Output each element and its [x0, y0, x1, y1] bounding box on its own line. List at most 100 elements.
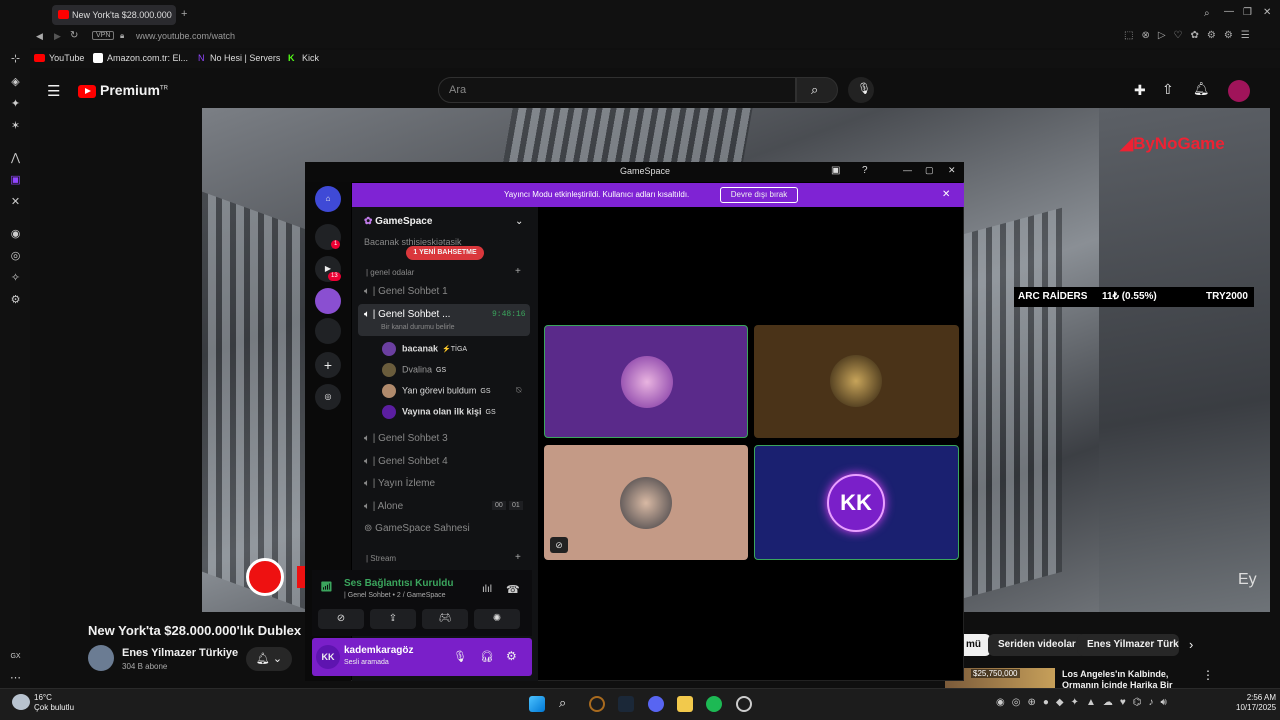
subscription-bell-button[interactable]: 🔔︎ ⌄ [246, 647, 292, 671]
camera-off-button[interactable]: ⊘ [318, 609, 364, 629]
url-field[interactable]: www.youtube.com/watch [136, 31, 235, 41]
video-tile-3[interactable]: ⊘ [544, 445, 748, 560]
minimize-icon[interactable]: — [1224, 6, 1234, 17]
sidebar-icon-5[interactable]: ⋀ [9, 152, 22, 165]
soundboard-button[interactable]: ✺ [474, 609, 520, 629]
account-avatar[interactable] [1228, 80, 1250, 102]
discord-icon[interactable] [648, 696, 664, 712]
channel-general-1[interactable]: 🔈︎ | Genel Sohbet 1 [364, 286, 448, 297]
window-maximize-icon[interactable]: ▢ [925, 165, 934, 176]
settings-icon[interactable]: ⚙ [9, 294, 22, 307]
channel-name[interactable]: Enes Yilmazer Türkiye [122, 647, 238, 659]
window-close-icon[interactable]: ✕ [948, 165, 956, 176]
reload-icon[interactable]: ↻ [70, 30, 78, 41]
sidebar-icon-7[interactable]: ✧ [9, 272, 22, 285]
sidebar-icon-4[interactable]: ✶ [9, 120, 22, 133]
video-tile-4[interactable]: KK [754, 445, 959, 560]
video-tile-2[interactable] [754, 325, 959, 438]
close-icon[interactable]: ✕ [1263, 7, 1271, 18]
start-icon[interactable] [529, 696, 545, 712]
create-icon[interactable]: ✚ [1134, 82, 1146, 99]
next-video-title[interactable]: Los Angeles'ın Kalbinde, Ormanın İçinde … [1062, 669, 1192, 689]
channel-status[interactable]: Bir kanal durumu belirle [381, 324, 455, 331]
channel-general-active[interactable]: 🔈︎ | Genel Sohbet ... [364, 309, 450, 320]
forward-icon[interactable]: ▶ [54, 31, 61, 42]
spotify-taskbar-icon[interactable] [706, 696, 722, 712]
restore-icon[interactable]: ❐ [1243, 7, 1252, 18]
sidebar-icon-2[interactable]: ◈ [9, 76, 22, 89]
server-home[interactable]: ⌂ [315, 186, 341, 212]
tab-youtube[interactable]: New York'ta $28.000.000 [52, 5, 176, 25]
file-explorer-icon[interactable] [677, 696, 693, 712]
video-tile-1[interactable] [544, 325, 748, 438]
chevron-right-icon[interactable]: › [1189, 637, 1193, 652]
vpn-badge[interactable]: VPN [92, 31, 115, 40]
channel-general-3[interactable]: 🔈︎ | Genel Sohbet 3 [364, 433, 448, 444]
noise-suppression-icon[interactable]: ılıl [482, 584, 492, 595]
server-3[interactable] [315, 318, 341, 344]
app-icon-1[interactable] [589, 696, 605, 712]
channel-general-4[interactable]: 🔈︎ | Genel Sohbet 4 [364, 456, 448, 467]
username[interactable]: kademkaragöz [344, 645, 413, 656]
window-minimize-icon[interactable]: — [903, 165, 912, 175]
channel-stream-watch[interactable]: 🔈︎ | Yayın İzleme [364, 478, 435, 489]
user-avatar[interactable]: KK [316, 645, 340, 669]
upload-icon[interactable]: ⇧ [1162, 81, 1174, 98]
toolbar-icons[interactable]: ⬚⊗▷♡✿⚙⚙☰ [1124, 30, 1258, 41]
headphones-icon[interactable]: 🎧︎ [480, 650, 494, 663]
clock[interactable]: 2:56 AM 10/17/2025 [1236, 693, 1276, 713]
twitch-icon[interactable]: ▣ [9, 174, 22, 187]
search-taskbar-icon[interactable]: ⌕ [559, 695, 566, 711]
new-mention-badge[interactable]: 1 YENİ BAHSETME [406, 246, 484, 260]
sidebar-icon-6[interactable]: ◎ [9, 250, 22, 263]
search-tabs-icon[interactable]: ⌕ [1204, 8, 1210, 19]
sidebar-icon-3[interactable]: ✦ [9, 98, 22, 111]
voice-search-button[interactable]: 🎙︎ [848, 77, 874, 103]
server-gamespace[interactable] [315, 288, 341, 314]
banner-close-icon[interactable]: ✕ [942, 183, 950, 207]
disconnect-icon[interactable]: ☎︎ [506, 583, 520, 596]
bookmark-amazon[interactable]: Amazon.com.tr: El... [107, 53, 188, 63]
add-channel-icon[interactable]: + [515, 266, 521, 277]
notifications-icon[interactable]: 🔔︎ [1193, 81, 1210, 97]
chip-channel[interactable]: Enes Yilmazer Türkiye [1077, 634, 1179, 656]
more-icon[interactable]: ⋯ [9, 672, 22, 685]
category-stream[interactable]: | Stream [366, 554, 396, 563]
activity-button[interactable]: 🎮︎ [422, 609, 468, 629]
help-icon[interactable]: ? [862, 165, 868, 176]
chip-series[interactable]: Seriden videolar [988, 634, 1086, 656]
sidebar-icon-1[interactable]: ⊹ [9, 53, 22, 66]
mic-toggle-icon[interactable]: 🎙︎ [453, 650, 467, 663]
bookmark-nohesi[interactable]: No Hesi | Servers [210, 53, 280, 63]
channel-alone[interactable]: 🔈︎ | Alone [364, 501, 403, 512]
search-input[interactable]: Ara [438, 77, 796, 103]
more-options-icon[interactable]: ⋮ [1202, 668, 1214, 682]
opera-gx-taskbar-icon[interactable] [736, 696, 752, 712]
bookmark-youtube[interactable]: YouTube [49, 53, 84, 63]
youtube-logo[interactable]: PremiumTR [78, 82, 168, 98]
menu-icon[interactable]: ☰ [47, 82, 60, 100]
system-tray-icons[interactable]: ◉◎⊕●◆✦▲☁♥⌬♪🔊︎ [996, 697, 1174, 708]
channel-avatar[interactable] [88, 645, 114, 671]
voice-status[interactable]: Ses Bağlantısı Kuruldu [344, 578, 453, 589]
explore-icon[interactable]: ◎ [315, 384, 341, 410]
search-button[interactable]: ⌕ [796, 77, 838, 103]
screen-share-button[interactable]: ⇪ [370, 609, 416, 629]
voice-user-3[interactable]: Yan görevi buldum GS [382, 384, 491, 398]
voice-user-2[interactable]: Dvalina GS [382, 363, 446, 377]
weather-widget[interactable]: 16°C Çok bulutlu [34, 693, 74, 713]
screen-icon[interactable]: ▣ [831, 165, 840, 176]
add-stream-channel-icon[interactable]: + [515, 552, 521, 563]
user-settings-icon[interactable]: ⚙ [506, 649, 517, 663]
x-icon[interactable]: ✕ [9, 196, 22, 209]
steam-icon[interactable] [618, 696, 634, 712]
add-server-icon[interactable]: + [315, 352, 341, 378]
bookmark-kick[interactable]: Kick [302, 53, 319, 63]
category-general[interactable]: | genel odalar [366, 268, 414, 277]
disable-streamer-mode-button[interactable]: Devre dışı bırak [720, 187, 798, 203]
spotify-icon[interactable]: ◉ [9, 228, 22, 241]
back-icon[interactable]: ◀ [36, 31, 43, 42]
new-tab-button[interactable]: + [181, 8, 187, 20]
channel-stage[interactable]: ⊚ GameSpace Sahnesi [364, 523, 470, 534]
server-dropdown-icon[interactable]: ⌄ [515, 216, 523, 227]
